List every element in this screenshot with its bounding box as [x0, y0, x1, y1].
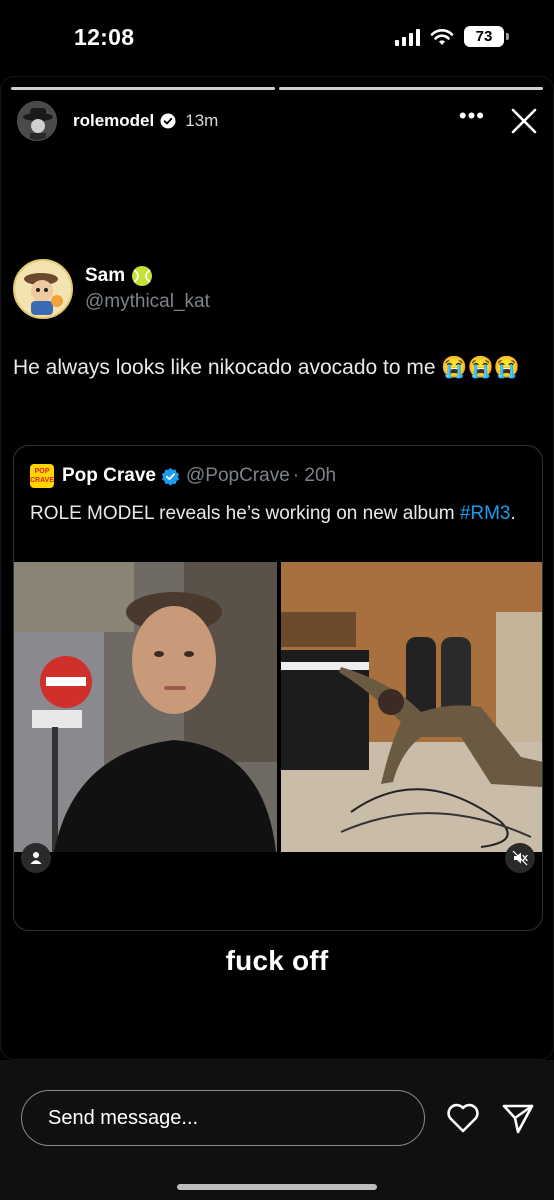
avatar-image — [18, 102, 56, 140]
quoted-tweet-handle: @PopCrave — [185, 465, 290, 486]
story-progress-bar — [11, 87, 543, 90]
speaker-muted-icon — [512, 850, 528, 866]
home-indicator — [177, 1184, 377, 1190]
tagged-people-button[interactable] — [21, 843, 51, 873]
studio-illustration — [281, 562, 542, 852]
avatar[interactable] — [17, 101, 57, 141]
progress-segment — [11, 87, 275, 90]
quoted-tweet-media[interactable] — [14, 562, 542, 852]
mute-button[interactable] — [505, 843, 535, 873]
status-icons: 73 — [395, 26, 509, 47]
verified-badge-icon — [161, 467, 180, 486]
quoted-tweet-body: ROLE MODEL reveals he’s working on new a… — [30, 503, 460, 524]
status-bar: 12:08 73 — [0, 0, 554, 76]
selfie-illustration — [14, 562, 277, 852]
person-icon — [30, 852, 42, 864]
send-icon[interactable] — [501, 1101, 535, 1135]
story-reply-bar: Send message... — [0, 1060, 554, 1200]
tweet-avatar-image — [15, 261, 71, 317]
story-viewer[interactable]: rolemodel 13m ••• Sam @mythical_kat He a… — [0, 76, 554, 1060]
pop-crave-logo: POP CRAVE — [30, 464, 54, 488]
quoted-tweet-text: ROLE MODEL reveals he’s working on new a… — [30, 500, 530, 527]
story-username[interactable]: rolemodel — [73, 111, 154, 131]
media-photo-selfie[interactable] — [14, 562, 277, 852]
tweet-text: He always looks like nikocado avocado to… — [13, 356, 520, 379]
tweet-author-name: Sam — [85, 265, 126, 286]
close-icon[interactable] — [509, 106, 539, 136]
quoted-tweet-trailing: . — [510, 503, 516, 524]
tweet-author: Sam @mythical_kat — [13, 259, 210, 319]
story-time-ago: 13m — [185, 111, 219, 130]
heart-icon[interactable] — [446, 1102, 480, 1134]
tennis-ball-icon — [132, 266, 153, 286]
verified-badge-icon — [160, 113, 176, 129]
quoted-tweet-time: · 20h — [292, 465, 337, 486]
wifi-icon — [430, 28, 454, 45]
send-message-input[interactable]: Send message... — [21, 1090, 425, 1146]
tweet-author-handle: @mythical_kat — [85, 291, 210, 312]
cellular-signal-icon — [395, 28, 420, 46]
quoted-tweet[interactable]: POP CRAVE Pop Crave @PopCrave · 20h ROLE … — [13, 445, 543, 931]
battery-icon: 73 — [464, 26, 509, 47]
story-header: rolemodel 13m ••• — [17, 99, 539, 143]
story-text-overlay: fuck off — [225, 945, 329, 976]
status-time: 12:08 — [74, 24, 135, 50]
quoted-tweet-name: Pop Crave — [62, 465, 156, 486]
hashtag-link[interactable]: #RM3 — [460, 503, 511, 524]
media-photo-studio[interactable] — [281, 562, 542, 852]
tweet-avatar — [13, 259, 73, 319]
progress-segment — [279, 87, 543, 90]
more-options-icon[interactable]: ••• — [459, 105, 485, 131]
